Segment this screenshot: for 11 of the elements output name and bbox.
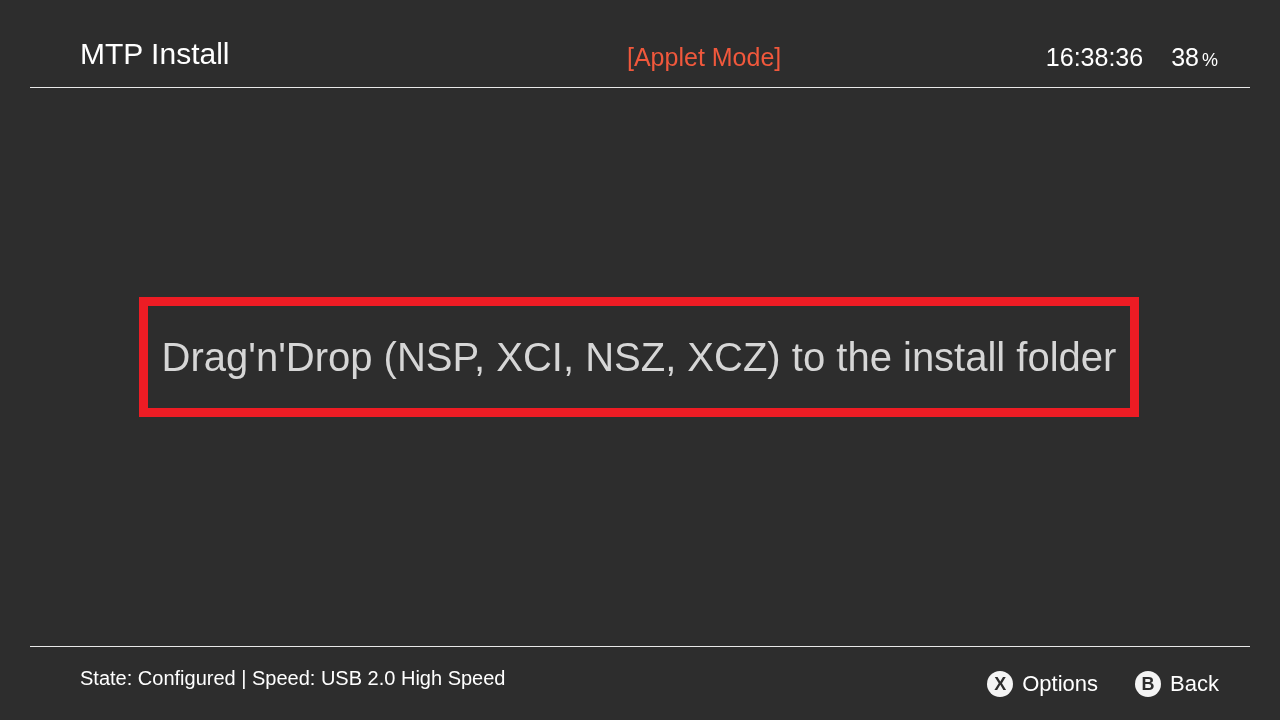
mode-label: [Applet Mode] xyxy=(627,42,782,72)
screen-title: MTP Install xyxy=(80,36,230,72)
instruction-text: Drag'n'Drop (NSP, XCI, NSZ, XCZ) to the install folder xyxy=(161,334,1117,380)
hint-button[interactable]: B Back xyxy=(1135,670,1219,698)
key-glyph-icon: X xyxy=(987,671,1014,697)
key-glyph-icon: B xyxy=(1135,671,1162,697)
hint-button[interactable]: X Options xyxy=(987,670,1099,698)
percent-sign: % xyxy=(1202,49,1218,71)
battery-percent: 38 xyxy=(1171,42,1199,72)
clock-time: 16:38:36 xyxy=(1045,42,1144,72)
connection-status: State: Configured | Speed: USB 2.0 High Speed xyxy=(80,666,506,690)
